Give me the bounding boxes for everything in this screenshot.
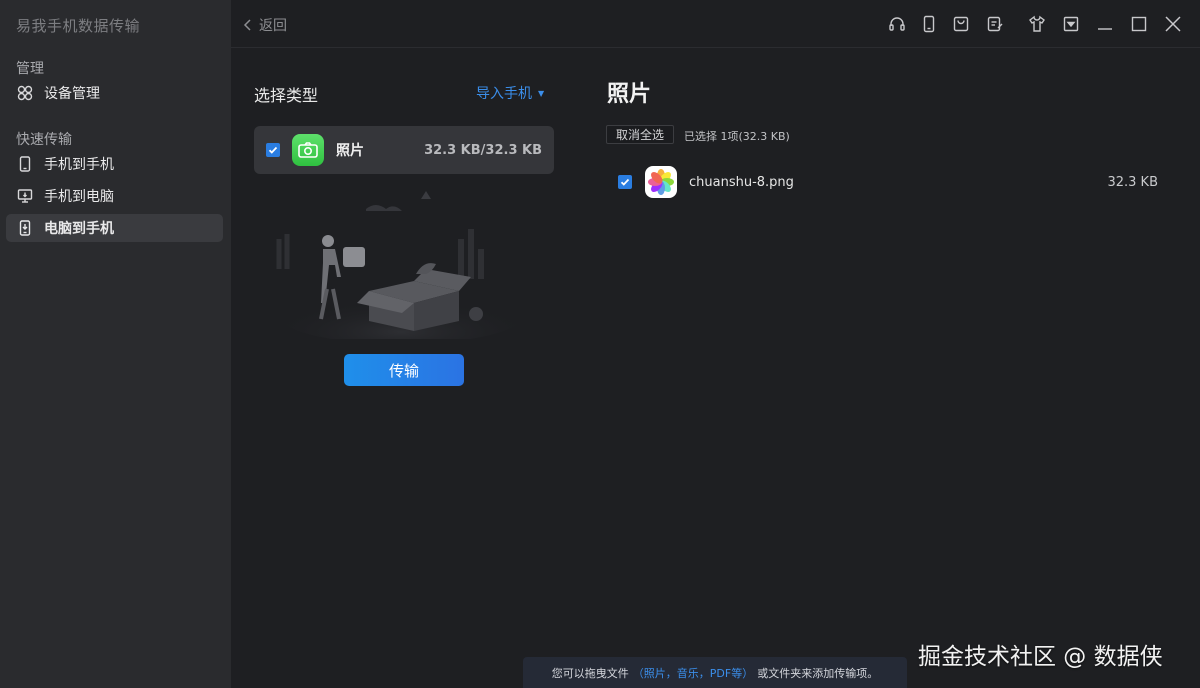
dropdown-icon[interactable] xyxy=(1061,14,1081,34)
sidebar-item-pc-to-phone[interactable]: 电脑到手机 xyxy=(6,214,223,242)
notes-icon[interactable] xyxy=(985,14,1005,34)
bag-icon[interactable] xyxy=(951,14,971,34)
sidebar-item-label: 设备管理 xyxy=(44,86,100,102)
file-size: 32.3 KB xyxy=(1107,174,1158,190)
type-card-photos[interactable]: 照片 32.3 KB/32.3 KB xyxy=(254,126,554,174)
sidebar-item-device-manage[interactable]: 设备管理 xyxy=(6,79,223,107)
sidebar-item-label: 手机到电脑 xyxy=(44,189,114,205)
file-checkbox[interactable] xyxy=(618,175,632,189)
camera-icon xyxy=(292,134,324,166)
back-button[interactable]: 返回 xyxy=(243,15,287,35)
drop-hint-prefix: 您可以拖曳文件 xyxy=(551,666,629,680)
selection-summary: 已选择 1项(32.3 KB) xyxy=(684,130,790,143)
sidebar: 易我手机数据传输 管理 设备管理 快速传输 手机到手机 手机到电脑 电脑到手机 xyxy=(0,0,231,688)
top-bar: 返回 xyxy=(231,0,1200,48)
shirt-icon[interactable] xyxy=(1027,14,1047,34)
type-size: 32.3 KB/32.3 KB xyxy=(424,142,542,158)
import-to-phone-dropdown[interactable]: 导入手机 ▼ xyxy=(476,83,544,103)
select-type-heading: 选择类型 xyxy=(254,86,319,105)
type-label: 照片 xyxy=(336,143,364,159)
empty-box-illustration xyxy=(276,191,526,339)
watermark: 掘金技术社区 @ 数据侠 xyxy=(918,644,1163,670)
drop-hint-types: （照片，音乐，PDF等） xyxy=(632,666,754,680)
import-label: 导入手机 xyxy=(476,86,532,102)
monitor-icon xyxy=(16,187,34,205)
section-quick-transfer: 快速传输 xyxy=(16,132,72,148)
headset-icon[interactable] xyxy=(887,14,907,34)
close-icon[interactable] xyxy=(1163,14,1183,34)
back-label: 返回 xyxy=(259,18,287,34)
phone-icon xyxy=(16,155,34,173)
sidebar-item-label: 手机到手机 xyxy=(44,157,114,173)
type-panel: 选择类型 导入手机 ▼ 照片 32.3 KB/32.3 KB 传输 xyxy=(231,49,573,688)
device-grid-icon xyxy=(16,84,34,102)
file-list-panel: 照片 取消全选 已选择 1项(32.3 KB) chuanshu-8.png 3… xyxy=(573,49,1200,688)
app-title: 易我手机数据传输 xyxy=(16,17,141,35)
maximize-icon[interactable] xyxy=(1129,14,1149,34)
sidebar-item-phone-to-pc[interactable]: 手机到电脑 xyxy=(6,182,223,210)
photos-app-icon xyxy=(645,166,677,198)
section-manage: 管理 xyxy=(16,61,44,77)
file-row[interactable]: chuanshu-8.png 32.3 KB xyxy=(618,163,1158,201)
device-icon[interactable] xyxy=(919,14,939,34)
sidebar-item-label: 电脑到手机 xyxy=(44,221,114,237)
deselect-all-button[interactable]: 取消全选 xyxy=(606,125,675,144)
photos-type-checkbox[interactable] xyxy=(266,143,280,157)
category-title: 照片 xyxy=(607,82,652,107)
sidebar-item-phone-to-phone[interactable]: 手机到手机 xyxy=(6,150,223,178)
chevron-left-icon xyxy=(243,19,251,31)
transfer-button[interactable]: 传输 xyxy=(344,354,464,386)
drop-hint-bar: 您可以拖曳文件 （照片，音乐，PDF等） 或文件夹来添加传输项。 xyxy=(523,657,907,688)
file-name: chuanshu-8.png xyxy=(689,174,794,190)
phone-import-icon xyxy=(16,219,34,237)
drop-hint-suffix: 或文件夹来添加传输项。 xyxy=(757,666,879,680)
caret-down-icon: ▼ xyxy=(538,88,545,98)
minimize-icon[interactable] xyxy=(1095,14,1115,34)
